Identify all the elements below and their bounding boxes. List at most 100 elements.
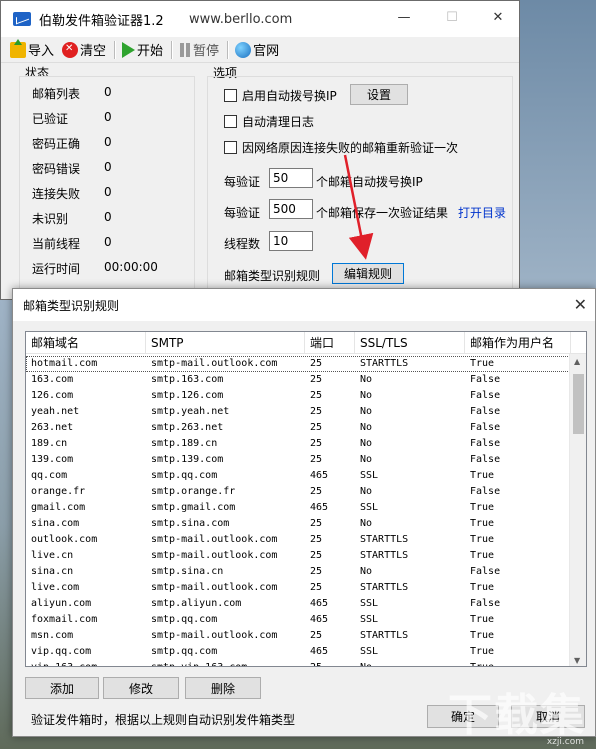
- status-label: 已验证: [32, 112, 69, 126]
- window-title: 伯勒发件箱验证器1.2: [39, 13, 164, 29]
- table-row[interactable]: live.com smtp-mail.outlook.com 25 STARTTLS T…: [26, 580, 586, 596]
- table-row[interactable]: yeah.net smtp.yeah.net 25 No False: [26, 404, 586, 420]
- table-row[interactable]: live.cn smtp-mail.outlook.com 25 STARTTLS Tr…: [26, 548, 586, 564]
- delete-button[interactable]: 删除: [185, 677, 261, 699]
- cell-username: True: [465, 660, 571, 666]
- status-row: 当前线程 0: [32, 235, 112, 252]
- import-label: 导入: [28, 44, 55, 59]
- website-label: 官网: [253, 44, 280, 59]
- import-button[interactable]: 导入: [7, 38, 57, 61]
- table-row[interactable]: sina.com smtp.sina.com 25 No True: [26, 516, 586, 532]
- cell-port: 465: [310, 598, 329, 609]
- cell-ssl: No: [360, 438, 373, 449]
- cell-port: 25: [310, 550, 323, 561]
- column-header-domain[interactable]: 邮箱域名: [26, 332, 146, 354]
- table-row[interactable]: sina.cn smtp.sina.cn 25 No False: [26, 564, 586, 580]
- cell-port: 25: [310, 358, 323, 369]
- table-row[interactable]: outlook.com smtp-mail.outlook.com 25 STARTT…: [26, 532, 586, 548]
- table-row[interactable]: vip.qq.com smtp.qq.com 465 SSL True: [26, 644, 586, 660]
- table-row[interactable]: vip.163.comsmtp.vip.163.com25NoTrue: [26, 660, 586, 666]
- cell-port: 25: [310, 582, 323, 593]
- cell-domain: orange.fr: [31, 486, 86, 497]
- auto-clean-log-checkbox[interactable]: 自动清理日志: [224, 113, 314, 130]
- rules-table[interactable]: 邮箱域名 SMTP 端口 SSL/TLS 邮箱作为用户名 hotmail.com…: [25, 331, 587, 667]
- column-header-smtp[interactable]: SMTP: [146, 332, 305, 354]
- table-row[interactable]: 163.com smtp.163.com 25 No False: [26, 372, 586, 388]
- main-window: 伯勒发件箱验证器1.2 www.berllo.com — ☐ ✕ 导入 清空 开…: [0, 0, 520, 300]
- start-button[interactable]: 开始: [119, 39, 166, 61]
- column-header-ssl[interactable]: SSL/TLS: [355, 332, 465, 354]
- scroll-up-icon[interactable]: ▲: [574, 357, 580, 366]
- cell-username: False: [470, 566, 501, 577]
- open-directory-link[interactable]: 打开目录: [458, 204, 506, 221]
- edit-button[interactable]: 修改: [103, 677, 179, 699]
- cell-domain: sina.com: [31, 518, 80, 529]
- retry-network-checkbox[interactable]: 因网络原因连接失败的邮箱重新验证一次: [224, 139, 458, 156]
- import-icon: [10, 38, 26, 58]
- status-value: 0: [104, 135, 112, 149]
- table-row[interactable]: orange.fr smtp.orange.fr 25 No False: [26, 484, 586, 500]
- start-label: 开始: [137, 44, 164, 59]
- cell-domain: msn.com: [31, 630, 74, 641]
- cell-username: False: [470, 454, 501, 465]
- table-row[interactable]: msn.com smtp-mail.outlook.com 25 STARTTLS Tr…: [26, 628, 586, 644]
- cell-username: False: [470, 390, 501, 401]
- cell-username: True: [470, 518, 495, 529]
- cell-ssl: No: [360, 486, 373, 497]
- table-row[interactable]: qq.com smtp.qq.com 465 SSL True: [26, 468, 586, 484]
- checkbox-box: [224, 89, 237, 102]
- status-value: 00:00:00: [104, 260, 158, 274]
- status-label: 未识别: [32, 212, 69, 226]
- cell-port: 465: [310, 470, 329, 481]
- website-button[interactable]: 官网: [232, 39, 282, 61]
- table-row[interactable]: hotmail.com smtp-mail.outlook.com 25 STARTT…: [26, 356, 586, 372]
- clear-button[interactable]: 清空: [59, 39, 109, 61]
- cell-username: True: [470, 646, 495, 657]
- cell-domain: qq.com: [31, 470, 68, 481]
- cell-domain: 263.net: [31, 422, 74, 433]
- close-button[interactable]: ✕: [475, 1, 521, 33]
- cell-port: 25: [310, 486, 323, 497]
- cell-ssl: STARTTLS: [360, 630, 409, 641]
- status-row: 未识别 0: [32, 210, 112, 227]
- cell-ssl: SSL: [360, 502, 379, 513]
- edit-rule-button[interactable]: 编辑规则: [332, 263, 404, 284]
- table-row[interactable]: 126.com smtp.126.com 25 No False: [26, 388, 586, 404]
- scroll-down-icon[interactable]: ▼: [574, 656, 580, 665]
- column-header-port[interactable]: 端口: [305, 332, 355, 354]
- cell-ssl: STARTTLS: [360, 534, 409, 545]
- cell-smtp: smtp-mail.outlook.com: [151, 534, 278, 545]
- table-row[interactable]: gmail.com smtp.gmail.com 465 SSL True: [26, 500, 586, 516]
- add-button[interactable]: 添加: [25, 677, 99, 699]
- scrollbar-thumb[interactable]: [573, 374, 584, 434]
- cell-domain: aliyun.com: [31, 598, 92, 609]
- settings-button[interactable]: 设置: [350, 84, 408, 105]
- maximize-button[interactable]: ☐: [429, 1, 475, 33]
- toolbar: 导入 清空 开始 暂停 官网: [1, 37, 519, 63]
- vertical-scrollbar[interactable]: ▲ ▼: [569, 354, 586, 666]
- status-value: 0: [104, 235, 112, 249]
- table-row[interactable]: 189.cn smtp.189.cn 25 No False: [26, 436, 586, 452]
- auto-dial-checkbox[interactable]: 启用自动拨号换IP: [224, 87, 337, 104]
- minimize-button[interactable]: —: [381, 1, 427, 33]
- save-count-input[interactable]: 500: [269, 199, 313, 219]
- cell-port: 25: [310, 566, 323, 577]
- cell-domain: outlook.com: [31, 534, 98, 545]
- table-row[interactable]: foxmail.com smtp.qq.com 465 SSL True: [26, 612, 586, 628]
- dialog-close-icon[interactable]: ✕: [574, 295, 587, 314]
- column-header-username[interactable]: 邮箱作为用户名: [465, 332, 571, 354]
- dial-count-input[interactable]: 50: [269, 168, 313, 188]
- pause-button[interactable]: 暂停: [176, 39, 222, 61]
- cell-smtp: smtp.sina.com: [151, 518, 230, 529]
- app-mail-icon: [13, 12, 31, 26]
- cell-username: True: [470, 470, 495, 481]
- table-row[interactable]: 139.com smtp.139.com 25 No False: [26, 452, 586, 468]
- dialog-title: 邮箱类型识别规则: [23, 298, 120, 313]
- cell-username: False: [470, 438, 501, 449]
- table-row[interactable]: aliyun.com smtp.aliyun.com 465 SSL False: [26, 596, 586, 612]
- table-row[interactable]: 263.net smtp.263.net 25 No False: [26, 420, 586, 436]
- cell-ssl: No: [360, 454, 373, 465]
- rule-label: 邮箱类型识别规则: [224, 269, 321, 283]
- cell-smtp: smtp.qq.com: [151, 614, 218, 625]
- threads-input[interactable]: 10: [269, 231, 313, 251]
